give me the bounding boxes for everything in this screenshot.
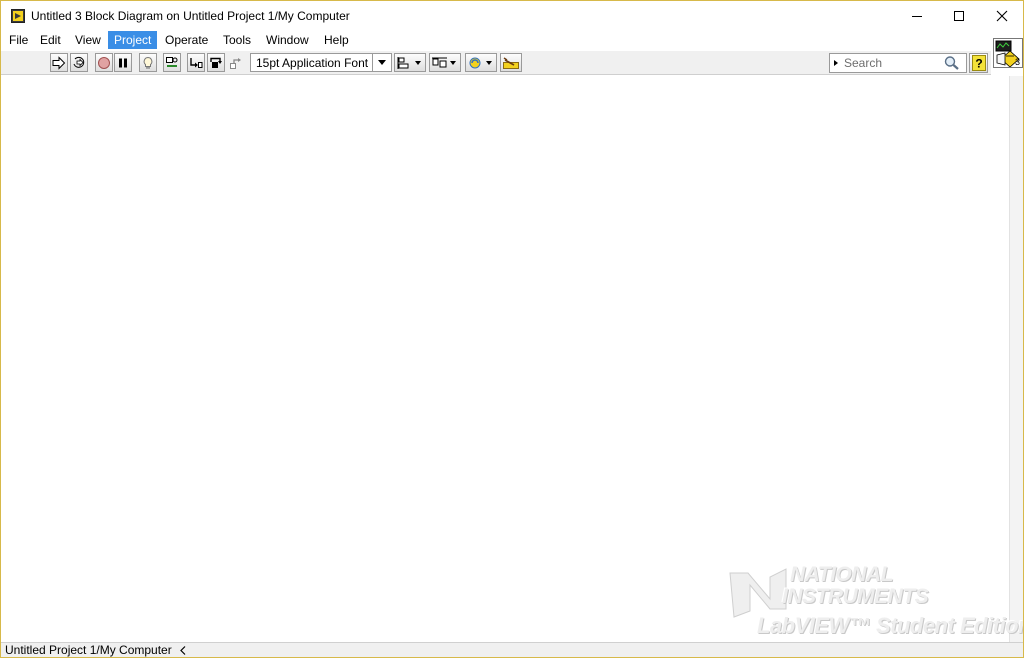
scroll-left-button[interactable] — [177, 644, 189, 657]
font-setting-value: 15pt Application Font — [256, 56, 369, 70]
search-box — [829, 53, 967, 73]
close-button[interactable] — [979, 1, 1023, 31]
reorder-icon — [469, 57, 492, 68]
stop-sign-icon — [98, 56, 110, 69]
font-ring-dropdown[interactable] — [373, 54, 391, 71]
application-instance-label[interactable]: Untitled Project 1/My Computer — [3, 643, 175, 657]
step-into-button[interactable] — [187, 53, 205, 72]
context-help-button[interactable]: ? — [969, 53, 988, 73]
distribute-objects-icon — [432, 57, 456, 67]
pause-button[interactable] — [114, 53, 132, 72]
retain-wire-values-button[interactable] — [163, 53, 181, 72]
menu-help[interactable]: Help — [318, 31, 355, 49]
step-out-icon — [230, 57, 241, 69]
title-bar[interactable]: Untitled 3 Block Diagram on Untitled Pro… — [1, 1, 1023, 31]
search-icon[interactable] — [943, 55, 961, 71]
block-diagram-canvas[interactable] — [1, 76, 1009, 642]
menu-operate[interactable]: Operate — [159, 31, 214, 49]
abort-button[interactable] — [95, 53, 113, 72]
ni-student-edition-watermark: NATIONAL INSTRUMENTS LabVIEW™ Student Ed… — [726, 561, 1023, 643]
minimize-icon — [912, 16, 922, 17]
distribute-objects-button[interactable] — [429, 53, 461, 72]
clean-up-diagram-button[interactable] — [500, 53, 522, 72]
menu-bar: File Edit View Project Operate Tools Win… — [1, 30, 1023, 50]
lightbulb-icon — [143, 56, 153, 69]
run-button[interactable] — [50, 53, 68, 72]
pause-icon — [119, 58, 127, 67]
probe-values-icon — [166, 56, 178, 67]
step-into-icon — [190, 57, 203, 68]
block-diagram-window: Untitled 3 Block Diagram on Untitled Pro… — [0, 0, 1024, 658]
maximize-icon — [954, 11, 964, 21]
window-title: Untitled 3 Block Diagram on Untitled Pro… — [31, 9, 350, 23]
menu-view[interactable]: View — [69, 31, 107, 49]
watermark-instruments: INSTRUMENTS — [782, 585, 929, 608]
labview-app-icon — [11, 9, 25, 23]
step-out-button[interactable] — [227, 53, 245, 72]
status-bar: Untitled Project 1/My Computer — [1, 642, 1023, 657]
reorder-button[interactable] — [465, 53, 497, 72]
align-objects-button[interactable] — [394, 53, 426, 72]
highlight-execution-button[interactable] — [139, 53, 157, 72]
search-input[interactable] — [844, 55, 944, 71]
step-over-icon — [210, 57, 222, 68]
text-settings-ring[interactable]: 15pt Application Font — [250, 53, 392, 72]
clean-up-broom-icon — [503, 56, 519, 69]
vi-icon-number: 3 — [1014, 57, 1020, 67]
dropdown-arrow-icon — [378, 59, 386, 65]
help-question-icon: ? — [971, 55, 986, 71]
menu-edit[interactable]: Edit — [34, 31, 67, 49]
run-continuously-button[interactable] — [70, 53, 88, 72]
vi-icon[interactable]: 3 — [993, 38, 1023, 68]
menu-file[interactable]: File — [3, 31, 34, 49]
maximize-button[interactable] — [936, 1, 982, 31]
watermark-student-edition: LabVIEW™ Student Edition — [757, 613, 1024, 638]
menu-window[interactable]: Window — [260, 31, 315, 49]
menu-tools[interactable]: Tools — [217, 31, 257, 49]
minimize-button[interactable] — [894, 1, 940, 31]
run-arrow-icon — [52, 55, 66, 70]
chevron-left-icon — [180, 646, 186, 655]
menu-project[interactable]: Project — [108, 31, 158, 49]
vertical-scrollbar[interactable] — [1009, 76, 1023, 642]
align-objects-icon — [397, 56, 421, 69]
ni-logo-swoosh-icon — [729, 568, 787, 618]
run-continuously-icon — [73, 56, 85, 68]
watermark-national: NATIONAL — [790, 563, 893, 586]
svg-text:?: ? — [975, 57, 982, 71]
step-over-button[interactable] — [207, 53, 225, 72]
search-options-arrow-icon[interactable] — [832, 59, 840, 67]
close-icon — [996, 10, 1008, 22]
